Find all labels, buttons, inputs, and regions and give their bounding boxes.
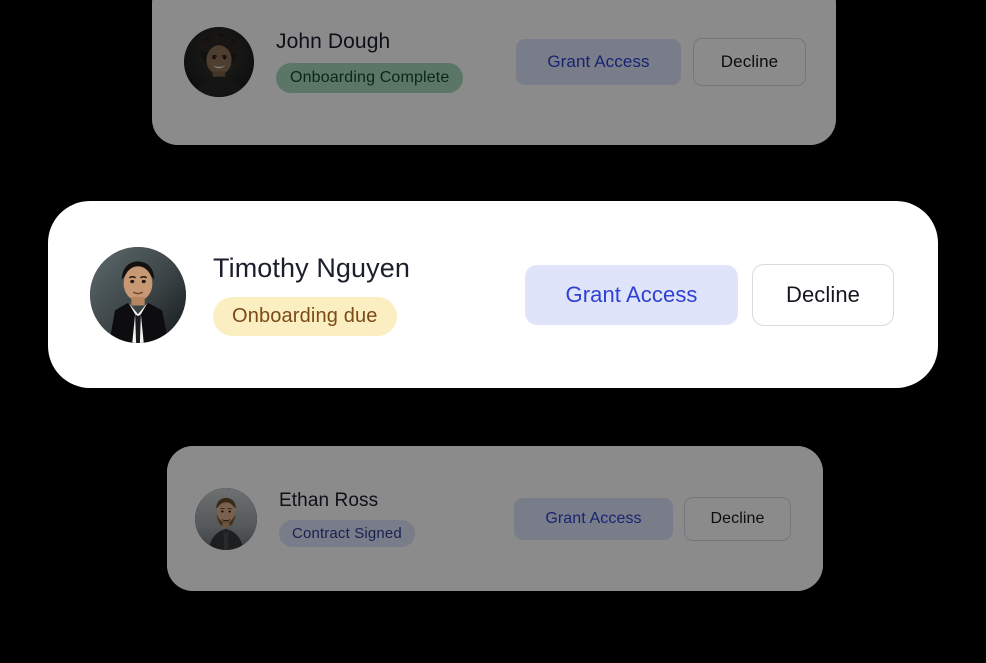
decline-button[interactable]: Decline: [752, 263, 894, 326]
grant-access-button[interactable]: Grant Access: [514, 497, 673, 540]
approval-card-timothy-nguyen[interactable]: Timothy Nguyen Onboarding due Grant Acce…: [48, 201, 938, 388]
status-badge: Onboarding Complete: [276, 63, 464, 93]
approval-card-john-dough[interactable]: John Dough Onboarding Complete Grant Acc…: [152, 0, 836, 145]
decline-button[interactable]: Decline: [684, 496, 791, 541]
card-actions: Grant Access Decline: [525, 263, 894, 326]
person-name: Ethan Ross: [279, 490, 379, 511]
avatar-john-dough: [184, 26, 254, 97]
text-group: John Dough Onboarding Complete: [276, 30, 464, 93]
approval-cards-stage: John Dough Onboarding Complete Grant Acc…: [0, 0, 986, 663]
avatar-timothy-nguyen: [90, 246, 186, 343]
text-group: Timothy Nguyen Onboarding due: [213, 253, 410, 336]
person-name: John Dough: [276, 30, 391, 53]
text-group: Ethan Ross Contract Signed: [279, 490, 415, 547]
person-name: Timothy Nguyen: [213, 253, 410, 283]
decline-button[interactable]: Decline: [693, 37, 806, 86]
grant-access-button[interactable]: Grant Access: [525, 264, 738, 325]
approval-card-ethan-ross[interactable]: Ethan Ross Contract Signed Grant Access …: [167, 446, 823, 591]
identity-group: Timothy Nguyen Onboarding due: [90, 246, 410, 343]
status-badge: Onboarding due: [213, 297, 397, 336]
status-badge: Contract Signed: [279, 520, 415, 547]
card-actions: Grant Access Decline: [514, 496, 791, 541]
grant-access-button[interactable]: Grant Access: [516, 38, 681, 85]
avatar-ethan-ross: [195, 487, 257, 550]
identity-group: John Dough Onboarding Complete: [184, 26, 464, 97]
card-actions: Grant Access Decline: [516, 37, 806, 86]
identity-group: Ethan Ross Contract Signed: [195, 487, 415, 550]
